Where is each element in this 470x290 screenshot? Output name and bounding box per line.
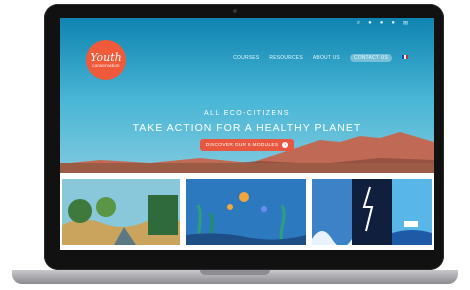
instagram-icon[interactable]: ● xyxy=(380,20,384,27)
module-card-forest[interactable] xyxy=(62,179,180,245)
search-icon[interactable]: ⌕ xyxy=(357,20,360,27)
hero-kicker: ALL ECO-CITIZENS xyxy=(204,110,290,117)
forest-illustration xyxy=(62,179,180,245)
main-nav: COURSES RESOURCES ABOUT US CONTACT US xyxy=(233,54,408,62)
weather-illustration xyxy=(312,179,432,245)
ocean-illustration xyxy=(186,179,306,245)
email-icon[interactable]: ✉ xyxy=(403,20,408,27)
module-card-ocean[interactable] xyxy=(186,179,306,245)
camera-icon xyxy=(233,9,237,13)
logo-line-1: Youth xyxy=(90,51,122,64)
ground-strip xyxy=(60,163,434,173)
module-cards xyxy=(60,173,434,250)
nav-item-about-us[interactable]: ABOUT US xyxy=(313,54,340,62)
module-card-weather[interactable] xyxy=(312,179,432,245)
arrow-right-icon: › xyxy=(282,142,289,148)
site-logo[interactable]: Youth conservation xyxy=(86,40,126,80)
laptop-notch xyxy=(200,270,270,275)
nav-item-courses[interactable]: COURSES xyxy=(233,54,259,62)
facebook-icon[interactable]: ● xyxy=(368,20,372,27)
hero-headline: TAKE ACTION FOR A HEALTHY PLANET xyxy=(132,122,362,134)
cta-label: DISCOVER OUR 6 MODULES xyxy=(205,142,279,148)
language-flag-icon[interactable] xyxy=(402,55,408,59)
topbar-icons: ⌕ ● ● ● ✉ xyxy=(357,20,408,27)
logo-line-2: conservation xyxy=(92,63,120,68)
nav-item-contact-us[interactable]: CONTACT US xyxy=(349,54,392,62)
discover-modules-button[interactable]: DISCOVER OUR 6 MODULES › xyxy=(200,139,294,151)
linkedin-icon[interactable]: ● xyxy=(391,20,395,27)
nav-item-resources[interactable]: RESOURCES xyxy=(269,54,302,62)
website-screen: ⌕ ● ● ● ✉ Youth conservation COURSES RES… xyxy=(60,18,434,250)
